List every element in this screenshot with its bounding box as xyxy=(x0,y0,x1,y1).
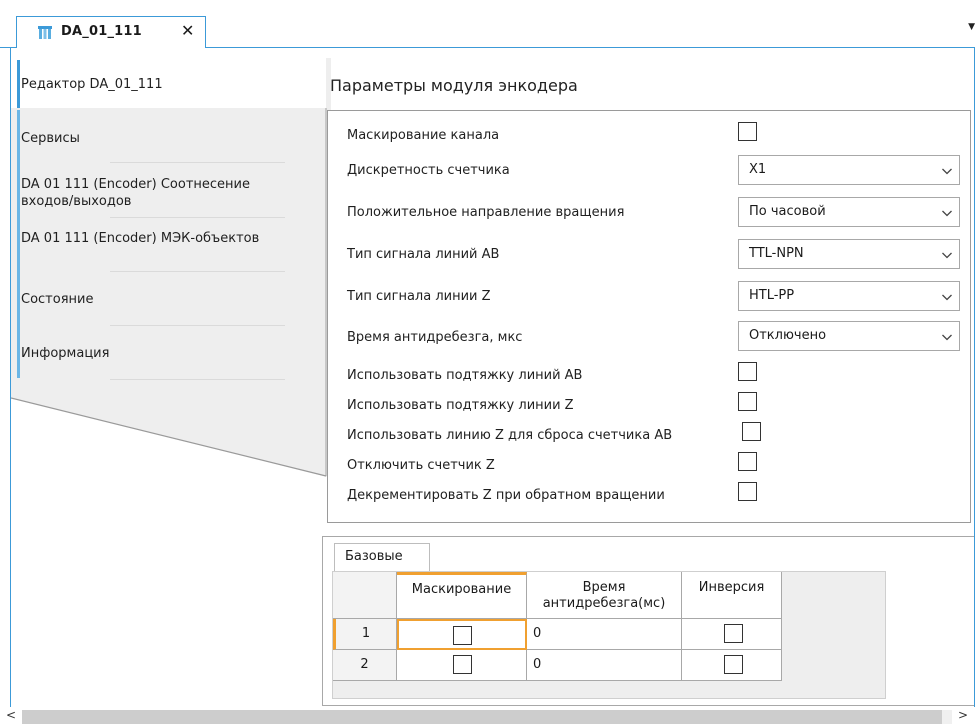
mask-checkbox[interactable] xyxy=(453,626,472,645)
chevron-down-icon xyxy=(942,294,952,301)
ab-signal-value: TTL-NPN xyxy=(749,246,804,261)
inversion-checkbox[interactable] xyxy=(724,624,743,643)
sidebar-divider xyxy=(110,217,285,218)
page-title: Параметры модуля энкодера xyxy=(330,76,578,95)
positive-direction-label: Положительное направление вращения xyxy=(347,205,625,220)
ab-signal-select[interactable]: TTL-NPN xyxy=(738,239,960,269)
inversion-cell[interactable] xyxy=(682,650,782,681)
z-signal-label: Тип сигнала линии Z xyxy=(347,289,491,304)
column-header-debounce[interactable]: Время антидребезга(мс) xyxy=(527,572,682,619)
sidebar-item-services[interactable]: Сервисы xyxy=(21,130,311,147)
debounce-cell[interactable]: 0 xyxy=(527,619,682,650)
scroll-left-icon[interactable]: < xyxy=(6,708,16,722)
tab-da-01-111[interactable]: DA_01_111 ✕ xyxy=(16,16,206,48)
column-header-mask[interactable]: Маскирование xyxy=(397,572,527,619)
positive-direction-select[interactable]: По часовой xyxy=(738,197,960,227)
debounce-cell[interactable]: 0 xyxy=(527,650,682,681)
chevron-down-icon xyxy=(942,252,952,259)
z-signal-select[interactable]: HTL-PP xyxy=(738,281,960,311)
disable-z-checkbox[interactable] xyxy=(738,452,757,471)
inversion-checkbox[interactable] xyxy=(724,655,743,674)
tab-list-dropdown-icon[interactable]: ▼ xyxy=(968,22,975,32)
tab-basic[interactable]: Базовые xyxy=(334,543,430,572)
debounce-select[interactable]: Отключено xyxy=(738,321,960,351)
sidebar-item-status[interactable]: Состояние xyxy=(21,291,311,308)
column-header-inversion[interactable]: Инверсия xyxy=(682,572,782,619)
disable-z-label: Отключить счетчик Z xyxy=(347,458,495,473)
counter-resolution-select[interactable]: X1 xyxy=(738,155,960,185)
z-pullup-label: Использовать подтяжку линии Z xyxy=(347,398,574,413)
tab-basic-label: Базовые xyxy=(345,549,403,564)
sidebar-background xyxy=(11,58,331,478)
inversion-cell[interactable] xyxy=(682,619,782,650)
z-reset-checkbox[interactable] xyxy=(742,422,761,441)
z-pullup-checkbox[interactable] xyxy=(738,392,757,411)
z-reset-label: Использовать линию Z для сброса счетчика… xyxy=(347,428,673,443)
channel-mask-label: Маскирование канала xyxy=(347,128,500,143)
counter-resolution-value: X1 xyxy=(749,162,767,177)
editor-tab-strip: DA_01_111 ✕ ▼ xyxy=(0,0,975,48)
ab-pullup-label: Использовать подтяжку линий AB xyxy=(347,368,583,383)
channel-mask-checkbox[interactable] xyxy=(738,122,757,141)
debounce-value: Отключено xyxy=(749,328,827,343)
sidebar-item-information[interactable]: Информация xyxy=(21,345,311,362)
chevron-down-icon xyxy=(942,334,952,341)
tab-title: DA_01_111 xyxy=(61,24,142,39)
device-module-icon xyxy=(37,24,53,40)
positive-direction-value: По часовой xyxy=(749,204,826,219)
counter-resolution-label: Дискретность счетчика xyxy=(347,163,510,178)
z-signal-value: HTL-PP xyxy=(749,288,795,303)
mask-cell[interactable] xyxy=(397,650,527,681)
scroll-right-icon[interactable]: > xyxy=(958,708,968,722)
sidebar-divider xyxy=(110,325,285,326)
debounce-label: Время антидребезга, мкс xyxy=(347,330,523,345)
row-number[interactable]: 1 xyxy=(333,619,397,650)
decrement-z-checkbox[interactable] xyxy=(738,482,757,501)
scrollbar-thumb[interactable] xyxy=(22,710,942,724)
sidebar-divider xyxy=(110,162,285,163)
close-icon[interactable]: ✕ xyxy=(181,22,194,40)
mask-cell[interactable] xyxy=(397,619,527,650)
ab-pullup-checkbox[interactable] xyxy=(738,362,757,381)
ab-signal-label: Тип сигнала линий AB xyxy=(347,247,500,262)
sidebar-divider xyxy=(110,379,285,380)
table-corner xyxy=(333,572,397,619)
horizontal-scrollbar[interactable]: < > xyxy=(0,707,975,724)
row-number[interactable]: 2 xyxy=(333,650,397,681)
chevron-down-icon xyxy=(942,210,952,217)
sidebar-divider xyxy=(110,271,285,272)
decrement-z-label: Декрементировать Z при обратном вращении xyxy=(347,488,665,503)
sidebar-item-io-mapping[interactable]: DA 01 111 (Encoder) Соотнесение входов/в… xyxy=(21,176,306,210)
sidebar-item-editor[interactable]: Редактор DA_01_111 xyxy=(21,76,311,93)
sidebar-item-iec-objects[interactable]: DA 01 111 (Encoder) МЭК-объектов xyxy=(21,230,261,247)
mask-checkbox[interactable] xyxy=(453,655,472,674)
chevron-down-icon xyxy=(942,168,952,175)
